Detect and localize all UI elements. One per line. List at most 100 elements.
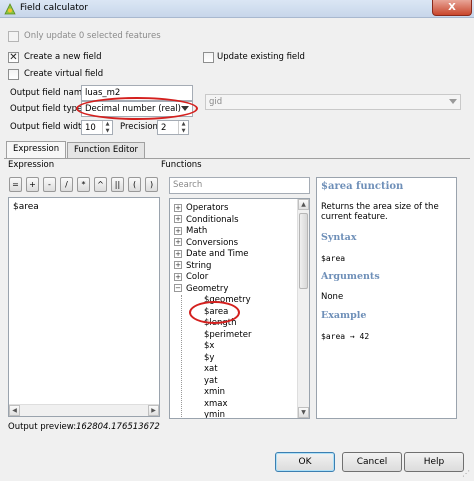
tree-item-xat[interactable]: xat: [204, 364, 296, 376]
function-tree[interactable]: + Operators + Conditionals + Math + Conversi…: [169, 198, 310, 419]
tree-group-label: String: [186, 260, 212, 271]
precision-label: Precision: [120, 122, 158, 132]
operator-close-paren-button[interactable]: ): [145, 177, 158, 192]
scroll-up-icon[interactable]: ▲: [298, 199, 309, 210]
tree-item-y[interactable]: $y: [204, 353, 296, 365]
output-type-value: Decimal number (real): [85, 104, 181, 114]
function-search-input[interactable]: Search: [169, 177, 310, 194]
help-title: $area function: [321, 181, 404, 192]
expand-icon[interactable]: +: [174, 272, 182, 281]
function-tree-vscrollbar[interactable]: ▲ ▼: [297, 199, 309, 418]
tree-group-label: Date and Time: [186, 249, 249, 259]
existing-field-value: gid: [209, 97, 223, 107]
operator-open-paren-button[interactable]: (: [128, 177, 141, 192]
tree-group-string[interactable]: + String: [174, 261, 296, 273]
expression-editor[interactable]: $area: [8, 197, 160, 417]
expand-icon[interactable]: +: [174, 203, 182, 212]
function-help-panel: $area function Returns the area size of …: [316, 177, 457, 419]
tree-item-xmin[interactable]: xmin: [204, 387, 296, 399]
operator-multiply-button[interactable]: *: [77, 177, 90, 192]
expand-icon[interactable]: +: [174, 249, 182, 258]
output-preview-label: Output preview:: [8, 422, 77, 432]
tree-item-x[interactable]: $x: [204, 341, 296, 353]
create-new-field-checkbox[interactable]: [8, 52, 19, 63]
operator-minus-button[interactable]: -: [43, 177, 56, 192]
help-example: $area → 42: [321, 332, 370, 341]
only-selected-checkbox[interactable]: [8, 31, 19, 42]
cancel-button[interactable]: Cancel: [342, 452, 402, 472]
help-arguments-heading: Arguments: [321, 271, 380, 282]
tab-bar-line: [4, 158, 470, 159]
expression-hscrollbar[interactable]: ◀ ▶: [9, 404, 159, 416]
tree-group-label: Math: [186, 226, 208, 236]
tree-guide-line: [181, 295, 182, 418]
help-arguments: None: [321, 292, 344, 302]
help-button[interactable]: Help: [404, 452, 464, 472]
expand-icon[interactable]: +: [174, 238, 182, 246]
resize-grip-icon[interactable]: ⋰: [462, 470, 472, 480]
create-virtual-field-checkbox[interactable]: [8, 69, 19, 80]
tree-item-geometry[interactable]: $geometry: [204, 295, 296, 307]
output-name-input[interactable]: luas_m2: [81, 85, 193, 101]
scroll-left-icon[interactable]: ◀: [9, 405, 20, 416]
precision-value: 2: [161, 123, 167, 133]
spinner-arrows-icon[interactable]: ▲ ▼: [102, 121, 112, 134]
tab-function-editor[interactable]: Function Editor: [67, 142, 146, 158]
chevron-down-icon: [449, 99, 457, 104]
operator-equals-button[interactable]: =: [9, 177, 22, 192]
output-type-label: Output field type: [10, 104, 83, 114]
output-name-label: Output field name: [10, 88, 88, 98]
tree-group-math[interactable]: + Math: [174, 226, 296, 238]
operator-power-button[interactable]: ^: [94, 177, 107, 192]
existing-field-select[interactable]: gid: [205, 94, 461, 110]
help-syntax: $area: [321, 254, 346, 263]
tree-item-area[interactable]: $area: [204, 307, 296, 319]
window-title: Field calculator: [20, 3, 89, 13]
tree-group-conditionals[interactable]: + Conditionals: [174, 215, 296, 227]
operator-plus-button[interactable]: +: [26, 177, 39, 192]
qgis-logo-icon: [4, 3, 16, 15]
tree-group-date-time[interactable]: + Date and Time: [174, 249, 296, 261]
output-type-select[interactable]: Decimal number (real): [81, 101, 193, 117]
tab-expression[interactable]: Expression: [6, 141, 67, 158]
update-existing-field-label: Update existing field: [217, 52, 305, 62]
tree-item-yat[interactable]: yat: [204, 376, 296, 388]
scroll-down-icon[interactable]: ▼: [298, 407, 309, 418]
close-button[interactable]: X: [432, 0, 472, 16]
operator-divide-button[interactable]: /: [60, 177, 73, 192]
tree-item-length[interactable]: $length: [204, 318, 296, 330]
scroll-right-icon[interactable]: ▶: [148, 405, 159, 416]
output-preview-value: 162804.176513672: [76, 422, 160, 432]
update-existing-field-checkbox[interactable]: [203, 52, 214, 63]
collapse-icon[interactable]: −: [174, 284, 182, 292]
expand-icon[interactable]: +: [174, 226, 182, 235]
tree-group-label: Conditionals: [186, 214, 239, 225]
tree-group-label: Conversions: [186, 237, 239, 248]
tree-group-geometry[interactable]: − Geometry: [174, 284, 296, 296]
ok-button[interactable]: OK: [275, 452, 335, 472]
scroll-thumb[interactable]: [299, 213, 308, 289]
tree-group-operators[interactable]: + Operators: [174, 203, 296, 215]
tree-item-ymin[interactable]: ymin: [204, 410, 296, 418]
output-width-label: Output field width: [10, 122, 87, 132]
expression-text[interactable]: $area: [13, 202, 39, 212]
output-width-spinbox[interactable]: 10 ▲ ▼: [81, 120, 113, 135]
spinner-arrows-icon[interactable]: ▲ ▼: [178, 121, 188, 134]
expand-icon[interactable]: +: [174, 215, 182, 223]
tree-group-conversions[interactable]: + Conversions: [174, 238, 296, 250]
create-virtual-field-label: Create virtual field: [24, 69, 104, 79]
output-width-value: 10: [85, 123, 96, 133]
tree-item-perimeter[interactable]: $perimeter: [204, 330, 296, 342]
help-syntax-heading: Syntax: [321, 232, 357, 243]
expand-icon[interactable]: +: [174, 261, 182, 269]
create-new-field-label: Create a new field: [24, 52, 102, 62]
tree-group-label: Color: [186, 272, 209, 282]
tree-item-xmax[interactable]: xmax: [204, 399, 296, 411]
tree-group-label: Operators: [186, 203, 229, 213]
operator-concat-button[interactable]: ||: [111, 177, 124, 192]
functions-header: Functions: [161, 160, 202, 170]
tree-group-color[interactable]: + Color: [174, 272, 296, 284]
precision-spinbox[interactable]: 2 ▲ ▼: [157, 120, 189, 135]
tree-group-label: Geometry: [186, 283, 229, 294]
help-example-heading: Example: [321, 310, 367, 321]
